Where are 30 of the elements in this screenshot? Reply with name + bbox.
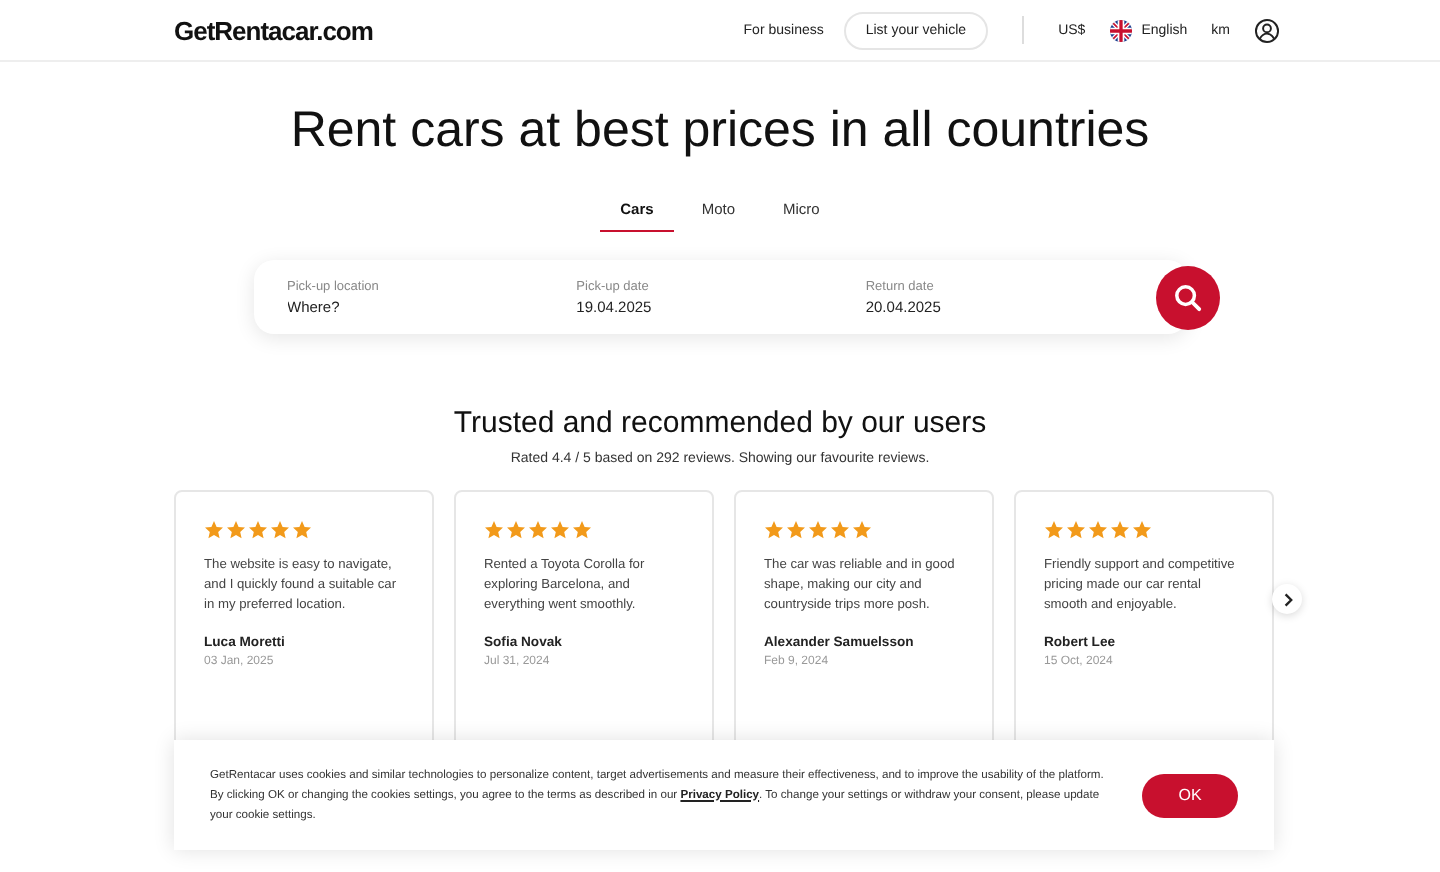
- star-icon: [1044, 520, 1064, 540]
- star-icon: [506, 520, 526, 540]
- chevron-right-icon: [1279, 591, 1295, 607]
- section-title: Trusted and recommended by our users: [451, 406, 989, 440]
- hero-title: Rent cars at best prices in all countries: [288, 102, 1152, 160]
- star-icon: [786, 520, 806, 540]
- star-icon: [764, 520, 784, 540]
- star-icon: [1066, 520, 1086, 540]
- star-icon: [528, 520, 548, 540]
- star-icon: [550, 520, 570, 540]
- logo[interactable]: GetRentacar.com: [174, 15, 373, 45]
- star-icon: [204, 520, 224, 540]
- star-icon: [292, 520, 312, 540]
- star-icon: [1110, 520, 1130, 540]
- star-icon: [226, 520, 246, 540]
- star-icon: [484, 520, 504, 540]
- star-icon: [1132, 520, 1152, 540]
- flag-icon: [1109, 19, 1132, 41]
- ok-button[interactable]: OK: [1142, 773, 1238, 817]
- star-icon: [808, 520, 828, 540]
- star-icon: [572, 520, 592, 540]
- star-icon: [852, 520, 872, 540]
- star-icon: [1088, 520, 1108, 540]
- search-button[interactable]: [1155, 265, 1220, 329]
- search-icon: [1171, 281, 1204, 313]
- next-button[interactable]: [1272, 584, 1302, 614]
- star-icon: [270, 520, 290, 540]
- star-icon: [830, 520, 850, 540]
- user-icon[interactable]: [1254, 17, 1280, 43]
- star-icon: [248, 520, 268, 540]
